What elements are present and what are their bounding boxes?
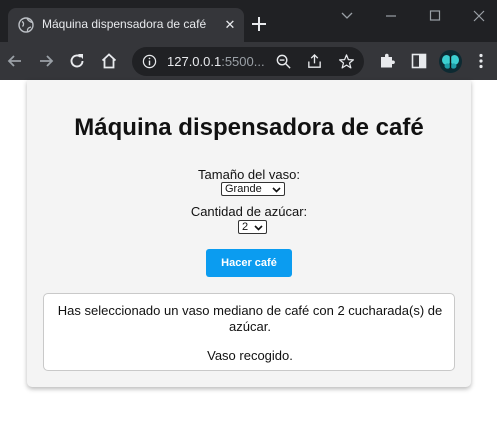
chevron-down-icon xyxy=(272,187,281,193)
home-icon[interactable] xyxy=(99,51,119,71)
extensions-puzzle-icon[interactable] xyxy=(378,52,396,70)
url-host: 127.0.0.1 xyxy=(167,54,222,69)
butterfly-icon xyxy=(442,55,459,69)
browser-toolbar: 127.0.0.1:5500... xyxy=(0,42,497,80)
sugar-select[interactable]: 2 xyxy=(238,220,267,234)
result-message-line2: azúcar. xyxy=(229,319,271,334)
tab-strip: Máquina dispensadora de café ✕ xyxy=(0,0,497,42)
back-arrow-icon[interactable] xyxy=(5,51,25,71)
make-coffee-button[interactable]: Hacer café xyxy=(206,249,292,277)
page-title: Máquina dispensadora de café xyxy=(74,114,424,141)
close-tab-icon[interactable]: ✕ xyxy=(221,16,239,34)
coffee-machine-card: Máquina dispensadora de café Tamaño del … xyxy=(27,80,471,387)
result-box: Has seleccionado un vaso mediano de café… xyxy=(43,293,455,371)
zoom-icon[interactable] xyxy=(275,53,292,70)
chevron-down-icon[interactable] xyxy=(337,8,357,24)
cup-size-label: Tamaño del vaso: xyxy=(198,167,300,182)
side-panel-icon[interactable] xyxy=(410,52,428,70)
forward-arrow-icon[interactable] xyxy=(36,51,56,71)
bookmark-star-icon[interactable] xyxy=(338,53,355,70)
new-tab-icon[interactable] xyxy=(249,14,269,34)
share-icon[interactable] xyxy=(306,53,323,70)
info-icon[interactable] xyxy=(142,54,157,69)
cup-size-value: Grande xyxy=(225,183,262,195)
cup-size-select[interactable]: Grande xyxy=(221,182,285,196)
close-window-icon[interactable] xyxy=(469,8,489,24)
active-tab[interactable]: Máquina dispensadora de café ✕ xyxy=(8,8,244,42)
sugar-label: Cantidad de azúcar: xyxy=(190,204,308,219)
page-viewport: Máquina dispensadora de café Tamaño del … xyxy=(0,80,497,431)
profile-avatar[interactable] xyxy=(439,50,462,73)
chevron-down-icon xyxy=(254,225,263,231)
globe-icon xyxy=(18,17,34,33)
sugar-value: 2 xyxy=(242,221,249,233)
url-port: :5500... xyxy=(221,54,265,69)
maximize-icon[interactable] xyxy=(425,8,445,24)
address-bar[interactable]: 127.0.0.1:5500... xyxy=(132,47,364,76)
reload-icon[interactable] xyxy=(67,51,87,71)
url-text[interactable]: 127.0.0.1:5500... xyxy=(167,54,267,69)
tab-title: Máquina dispensadora de café xyxy=(42,17,207,31)
result-message-line1: Has seleccionado un vaso mediano de café… xyxy=(57,303,443,318)
cup-collected-message: Vaso recogido. xyxy=(207,348,293,363)
more-menu-icon[interactable] xyxy=(474,52,488,70)
minimize-icon[interactable] xyxy=(381,8,401,24)
